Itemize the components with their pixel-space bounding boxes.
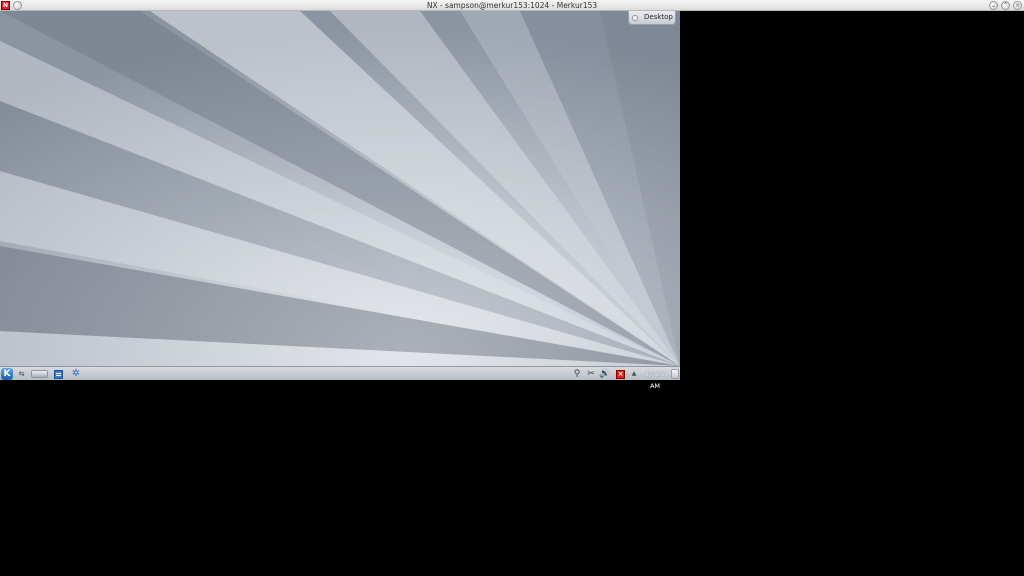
clipboard-scissors-icon[interactable]: ✂ — [585, 368, 597, 380]
taskbar-window-icon[interactable] — [31, 370, 48, 378]
show-hidden-icons-arrow[interactable]: ▲ — [630, 368, 638, 380]
maximize-icon[interactable]: ^ — [1001, 1, 1010, 10]
kde-kickoff-icon[interactable]: K — [1, 368, 13, 380]
volume-icon[interactable]: 🔊 — [599, 368, 611, 380]
nx-window-titlebar[interactable]: N NX - sampson@merkur153:1024 - Merkur15… — [0, 0, 1024, 11]
remote-desktop[interactable]: Desktop — [0, 11, 680, 366]
desktop-toolbox-icon — [632, 15, 638, 21]
desktop-toolbox-button[interactable]: Desktop — [628, 11, 676, 25]
clock[interactable]: 10:26 AM — [640, 368, 670, 390]
nx-close-icon[interactable]: × — [616, 370, 625, 379]
pager-icon[interactable]: ⇆ — [15, 368, 28, 380]
desktop-toolbox-label: Desktop — [644, 13, 673, 21]
panel-toolbox-icon[interactable] — [671, 369, 679, 379]
network-icon[interactable]: ⚲ — [571, 368, 583, 380]
minimize-icon[interactable]: ⌄ — [989, 1, 998, 10]
desktop-wallpaper — [0, 11, 680, 366]
window-title: NX - sampson@merkur153:1024 - Merkur153 — [426, 1, 598, 10]
close-icon[interactable]: × — [1013, 1, 1022, 10]
kde-panel: K ⇆ ✲ ⚲ ✂ 🔊 × ▲ 10:26 AM — [0, 366, 680, 390]
update-notifier-icon[interactable]: ✲ — [71, 368, 81, 380]
task-list-icon[interactable] — [54, 370, 63, 379]
